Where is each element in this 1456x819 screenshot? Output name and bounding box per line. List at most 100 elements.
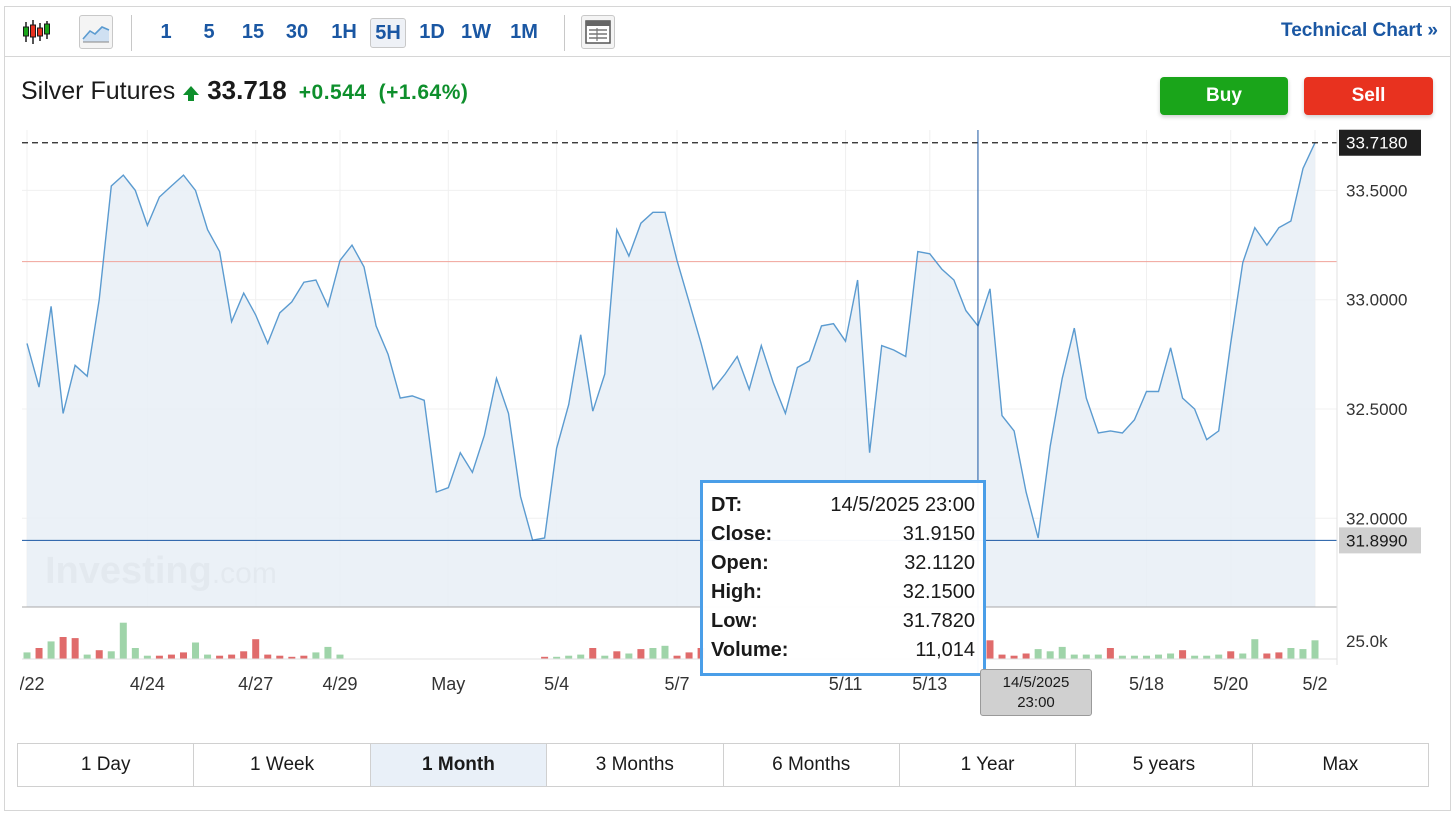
range-1-week[interactable]: 1 Week — [194, 744, 371, 786]
volume-bar — [1022, 653, 1030, 659]
tooltip-value: 32.1120 — [904, 552, 975, 574]
volume-bar — [264, 654, 272, 659]
tooltip-key: Low: — [711, 610, 758, 632]
range-6-months[interactable]: 6 Months — [724, 744, 900, 786]
volume-bar — [240, 651, 248, 659]
volume-bar — [1275, 652, 1283, 659]
volume-bar — [312, 652, 320, 659]
volume-bar — [1082, 654, 1090, 659]
volume-bar — [1058, 646, 1066, 659]
volume-bar — [986, 640, 994, 659]
range-max[interactable]: Max — [1253, 744, 1428, 786]
volume-bar — [998, 654, 1006, 659]
volume-bar — [47, 641, 55, 659]
y-tick-label: 33.5000 — [1346, 181, 1407, 200]
tooltip-value: 32.1500 — [902, 581, 975, 603]
volume-bar — [71, 638, 79, 659]
x-tick-label: 5/7 — [665, 674, 690, 694]
volume-bar — [336, 654, 344, 659]
x-tick-label: 5/20 — [1213, 674, 1248, 694]
range-3-months[interactable]: 3 Months — [547, 744, 724, 786]
tooltip-key: Open: — [711, 552, 769, 574]
volume-bar — [1106, 648, 1114, 659]
volume-bar — [324, 646, 332, 659]
tooltip-key: DT: — [711, 494, 743, 516]
volume-bar — [1215, 654, 1223, 659]
volume-bar — [119, 622, 127, 659]
range-5-years[interactable]: 5 years — [1076, 744, 1253, 786]
volume-bar — [23, 652, 31, 659]
volume-bar — [637, 649, 645, 659]
volume-bar — [1263, 653, 1271, 659]
volume-bar — [35, 648, 43, 659]
volume-bar — [107, 651, 115, 659]
crosshair-date: 14/5/2025 — [1002, 674, 1070, 691]
volume-bar — [661, 645, 669, 659]
x-tick-label: 5/2 — [1302, 674, 1327, 694]
range-1-year[interactable]: 1 Year — [900, 744, 1077, 786]
crosshair-time: 23:00 — [1017, 694, 1055, 711]
volume-bar — [649, 648, 657, 659]
volume-bar — [1094, 654, 1102, 659]
tooltip-row: Open: 32.1120 — [711, 549, 975, 578]
crosshair-tooltip: DT: 14/5/2025 23:00 Close: 31.9150 Open: 32.1… — [700, 480, 986, 676]
x-tick-label: 5/13 — [912, 674, 947, 694]
volume-bar — [131, 648, 139, 659]
volume-tick-label: 25.0k — [1346, 632, 1388, 651]
volume-bar — [167, 654, 175, 659]
range-1-day[interactable]: 1 Day — [18, 744, 195, 786]
y-tick-label: 32.5000 — [1346, 400, 1407, 419]
volume-bar — [1167, 653, 1175, 659]
volume-bar — [204, 654, 212, 659]
tooltip-value: 14/5/2025 23:00 — [830, 494, 975, 516]
tooltip-key: Volume: — [711, 639, 789, 661]
x-tick-label: 4/24 — [130, 674, 165, 694]
volume-bar — [1046, 651, 1054, 659]
volume-bar — [1239, 653, 1247, 659]
y-tick-label: 33.0000 — [1346, 291, 1407, 310]
volume-bar — [1034, 649, 1042, 659]
x-tick-label: 4/27 — [238, 674, 273, 694]
volume-bar — [1287, 648, 1295, 659]
x-tick-label: 4/29 — [322, 674, 357, 694]
tooltip-value: 31.9150 — [902, 523, 975, 545]
volume-bar — [613, 651, 621, 659]
volume-bar — [1179, 650, 1187, 659]
volume-bar — [1227, 651, 1235, 659]
volume-bar — [83, 654, 91, 659]
x-tick-label: 5/18 — [1129, 674, 1164, 694]
crosshair-x-label: 14/5/2025 23:00 — [980, 669, 1092, 716]
crosshair-y-tag-label: 31.8990 — [1346, 531, 1407, 550]
y-tick-label: 32.0000 — [1346, 509, 1407, 528]
last-price-tag-label: 33.7180 — [1346, 134, 1407, 153]
tooltip-key: Close: — [711, 523, 773, 545]
volume-bar — [685, 652, 693, 659]
price-chart[interactable]: Investing.com33.500033.000032.500032.000… — [0, 0, 1456, 819]
tooltip-row: High: 32.1500 — [711, 578, 975, 607]
tooltip-row: DT: 14/5/2025 23:00 — [711, 491, 975, 520]
volume-bar — [1251, 639, 1259, 659]
volume-bar — [1299, 649, 1307, 659]
price-area-fill — [27, 142, 1315, 607]
volume-bar — [1311, 640, 1319, 659]
tooltip-row: Volume: 11,014 — [711, 636, 975, 665]
volume-bar — [589, 648, 597, 659]
range-1-month[interactable]: 1 Month — [370, 744, 548, 786]
x-tick-label: May — [431, 674, 465, 694]
tooltip-value: 31.7820 — [902, 610, 975, 632]
volume-bar — [1155, 654, 1163, 659]
x-tick-label: 4/22 — [9, 674, 44, 694]
time-range-selector: 1 Day 1 Week 1 Month 3 Months 6 Months 1 Year… — [17, 743, 1429, 787]
volume-bar — [252, 639, 260, 659]
tooltip-row: Close: 31.9150 — [711, 520, 975, 549]
volume-bar — [228, 654, 236, 659]
volume-bar — [59, 637, 67, 659]
volume-bar — [95, 650, 103, 659]
volume-bar — [625, 653, 633, 659]
volume-bar — [192, 642, 200, 659]
x-tick-label: 5/11 — [829, 674, 863, 694]
x-axis-labels: 4/22 4/24 4/27 4/29 May 5/4 5/7 5/11 5/13 5/18 5/2… — [9, 674, 1328, 694]
tooltip-key: High: — [711, 581, 763, 603]
tooltip-row: Low: 31.7820 — [711, 607, 975, 636]
volume-bar — [179, 652, 187, 659]
